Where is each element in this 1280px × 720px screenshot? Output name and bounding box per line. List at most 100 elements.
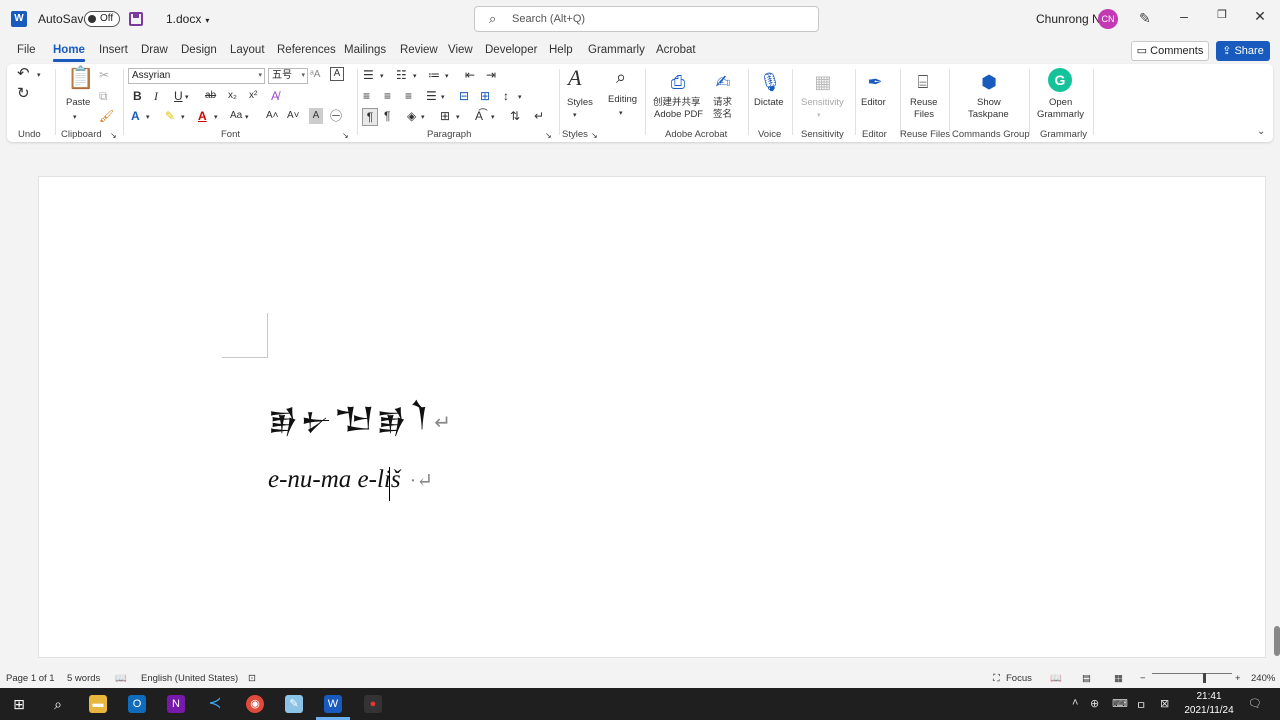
format-painter-icon[interactable]: 🖌 [99,108,114,124]
reuse-files-icon[interactable]: ⌸ [909,68,937,96]
multilevel-list-icon[interactable]: ≔ [428,67,440,83]
editor-pen-icon[interactable]: ✒ [861,68,889,96]
notepad-icon[interactable]: ✎ [285,695,303,713]
clipboard-launcher-icon[interactable]: ↘ [110,128,117,144]
tab-developer[interactable]: Developer [485,44,537,56]
styles-launcher-icon[interactable]: ↘ [591,128,598,144]
chevron-down-icon[interactable]: ▾ [518,90,522,106]
font-color-icon[interactable]: A [198,108,207,124]
accessibility-icon[interactable]: ⊡ [248,673,256,684]
focus-label[interactable]: Focus [1006,673,1032,684]
undo-icon[interactable]: ↶ [17,66,30,82]
zoom-slider-thumb[interactable] [1203,673,1206,683]
taskpane-label-2[interactable]: Taskpane [968,109,1009,121]
language[interactable]: English (United States) [141,673,238,684]
asian-layout-icon[interactable]: A͡ [475,108,483,124]
tab-layout[interactable]: Layout [230,44,265,56]
chevron-down-icon[interactable]: ▾ [146,110,150,126]
paragraph-launcher-icon[interactable]: ↘ [545,128,552,144]
chevron-down-icon[interactable]: ▾ [214,110,218,126]
superscript-icon[interactable]: x² [249,88,257,104]
read-mode-icon[interactable]: 📖 [1050,673,1062,684]
line-spacing-icon[interactable]: ↕ [503,88,509,104]
align-left-icon[interactable]: ≡ [363,88,370,104]
file-explorer-icon[interactable]: ▬ [89,695,107,713]
zoom-slider[interactable] [1152,673,1232,674]
tab-mailings[interactable]: Mailings [344,44,386,56]
document-page[interactable] [38,176,1266,658]
align-right-icon[interactable]: ≡ [405,88,412,104]
input-method-icon[interactable]: ㅁ [1136,697,1146,713]
numbering-icon[interactable]: ☷ [396,67,407,83]
change-case-icon[interactable]: Aa [230,108,242,124]
underline-dropdown-icon[interactable]: ▾ [185,90,189,106]
search-box[interactable]: ⌕ Search (Alt+Q) [474,6,819,32]
redo-icon[interactable]: ↻ [17,86,30,102]
restore-icon[interactable]: ❐ [1212,8,1232,21]
bullets-icon[interactable]: ☰ [363,67,374,83]
recorder-icon[interactable]: ● [364,695,382,713]
ime-mode-icon[interactable]: ⊠ [1160,697,1169,710]
editing-label[interactable]: Editing [608,94,637,106]
paste-icon[interactable]: 📋 [67,67,94,89]
create-pdf-icon[interactable]: ⎙ [664,68,692,96]
grammarly-icon[interactable]: G [1048,68,1072,92]
zoom-in-icon[interactable]: + [1235,673,1241,684]
focus-icon[interactable]: ⛶ [993,673,1000,684]
chevron-down-icon[interactable]: ▾ [456,110,460,126]
request-signature-icon[interactable]: ✍ [709,68,737,96]
tab-grammarly[interactable]: Grammarly [588,44,645,56]
chevron-down-icon[interactable]: ▾ [245,110,249,126]
ltr-icon[interactable]: ¶ [362,108,378,126]
chevron-down-icon[interactable]: ▾ [413,69,417,85]
character-border-icon[interactable]: A [330,67,344,81]
paste-label[interactable]: Paste [66,97,90,109]
notifications-icon[interactable]: 🗨 [1248,697,1262,710]
create-pdf-label-1[interactable]: 创建并共享 [653,97,701,109]
font-name-select[interactable]: Assyrian ▾ [128,68,265,84]
request-sign-label-2[interactable]: 签名 [713,109,732,121]
word-taskbar-icon[interactable]: W [324,695,342,713]
align-center-icon[interactable]: ≡ [384,88,391,104]
outlook-icon[interactable]: O [128,695,146,713]
close-icon[interactable]: ✕ [1250,8,1270,25]
zoom-out-icon[interactable]: − [1140,673,1146,684]
print-layout-icon[interactable]: ▤ [1082,673,1091,684]
page-count[interactable]: Page 1 of 1 [6,673,55,684]
minimize-icon[interactable]: – [1174,8,1194,24]
tab-draw[interactable]: Draw [141,44,168,56]
borders-icon[interactable]: ⊞ [440,108,450,124]
tab-references[interactable]: References [277,44,336,56]
reuse-label-1[interactable]: Reuse [910,97,937,109]
bold-icon[interactable]: B [133,88,142,104]
grammarly-label-1[interactable]: Open [1049,97,1072,109]
word-count[interactable]: 5 words [67,673,100,684]
reuse-label-2[interactable]: Files [914,109,934,121]
phonetic-guide-icon[interactable]: ᵃA [310,67,320,83]
italic-icon[interactable]: I [154,88,158,104]
styles-icon[interactable]: A [568,67,581,89]
taskpane-icon[interactable]: ⬢ [975,68,1003,96]
strikethrough-icon[interactable]: ab [205,88,216,104]
tab-acrobat[interactable]: Acrobat [656,44,696,56]
chevron-down-icon[interactable]: ▾ [421,110,425,126]
chevron-down-icon[interactable]: ▾ [573,108,577,124]
request-sign-label-1[interactable]: 请求 [713,97,732,109]
styles-label[interactable]: Styles [567,97,593,109]
zoom-level[interactable]: 240% [1251,673,1275,684]
decrease-indent-icon[interactable]: ⇤ [465,67,475,83]
tab-design[interactable]: Design [181,44,217,56]
designer-pen-icon[interactable]: ✎ [1139,10,1151,27]
tab-review[interactable]: Review [400,44,438,56]
distributed-icon[interactable]: ⊟ [459,88,469,104]
copy-icon[interactable]: ⧉ [99,88,108,104]
highlight-icon[interactable]: ✎ [165,108,175,124]
cuneiform-line[interactable]: 𒂊𒉡𒈠𒂊𒇺 ↵ [268,381,453,450]
show-hide-marks-icon[interactable]: ↵ [534,108,544,124]
windows-start-icon[interactable]: ⊞ [10,695,28,713]
scrollbar-thumb[interactable] [1274,626,1280,656]
chevron-down-icon[interactable]: ▾ [380,69,384,85]
user-name[interactable]: Chunrong Ni [1036,12,1103,26]
share-button[interactable]: ⇪ Share [1216,41,1270,61]
rtl-icon[interactable]: ¶ [384,108,390,124]
